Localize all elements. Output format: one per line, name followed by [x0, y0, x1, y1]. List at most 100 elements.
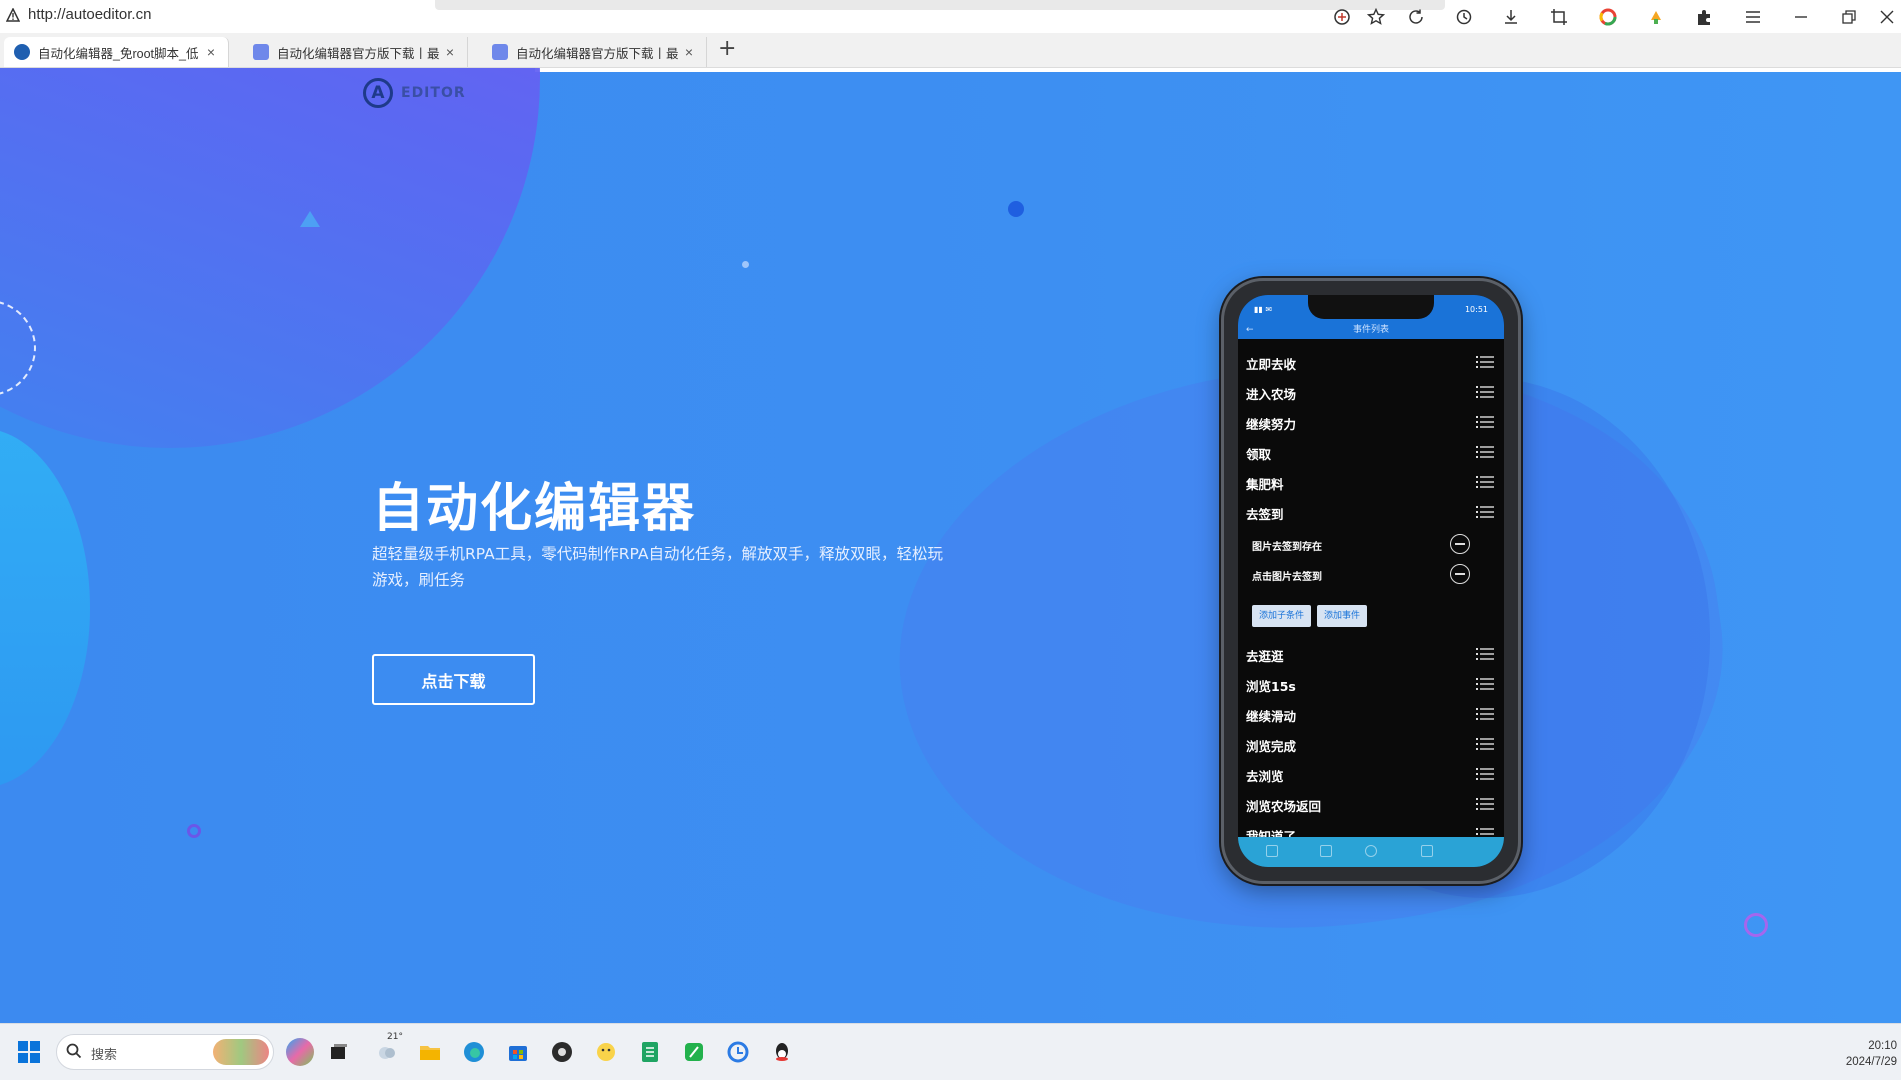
phone-sub-buttons: 添加子条件 添加事件 — [1252, 605, 1368, 627]
phone-event-row: 浏览农场返回 — [1238, 791, 1504, 817]
phone-event-row: 去浏览 — [1238, 761, 1504, 787]
phone-app-bar: ← 事件列表 — [1238, 321, 1504, 339]
list-menu-icon — [1476, 504, 1494, 520]
phone-event-row: 立即去收 — [1238, 349, 1504, 375]
list-menu-icon — [1476, 676, 1494, 692]
add-event-button: 添加事件 — [1317, 605, 1368, 627]
phone-event-row: 领取 — [1238, 439, 1504, 465]
list-menu-icon — [1476, 766, 1494, 782]
add-subcondition-button: 添加子条件 — [1252, 605, 1312, 627]
tab-close-icon[interactable]: × — [682, 44, 696, 60]
phone-event-label: 浏览15s — [1246, 679, 1296, 694]
menu-icon[interactable] — [1742, 6, 1764, 28]
nav-back-icon — [1320, 845, 1332, 857]
nav-recents-icon — [1421, 845, 1433, 857]
list-menu-icon — [1476, 736, 1494, 752]
remove-circle-icon — [1450, 564, 1470, 584]
edge-browser-icon[interactable] — [460, 1038, 488, 1066]
phone-event-row: 浏览15s — [1238, 671, 1504, 697]
translate-icon[interactable] — [1331, 6, 1353, 28]
decor-triangle — [300, 211, 320, 227]
list-menu-icon — [1476, 414, 1494, 430]
history-icon[interactable] — [1453, 6, 1475, 28]
tab-title: 自动化编辑器官方版下载丨最 — [277, 46, 440, 61]
sheets-icon[interactable] — [636, 1038, 664, 1066]
phone-event-label: 进入农场 — [1246, 387, 1297, 402]
decor-blob — [0, 428, 90, 788]
extensions-icon[interactable] — [1693, 6, 1715, 28]
phone-event-row: 去逛逛 — [1238, 641, 1504, 667]
browser-title-bar: http://autoeditor.cn — [0, 0, 1901, 33]
color-circle-icon[interactable] — [1597, 6, 1619, 28]
page-top-strip — [535, 68, 1901, 72]
list-menu-icon — [1476, 646, 1494, 662]
site-logo[interactable]: A EDITOR — [363, 78, 466, 108]
phone-mockup: ▮▮ ✉ 10:51 ← 事件列表 立即去收 进入农场 继续努力 领取 集肥料 去签到 图片… — [1221, 278, 1521, 884]
windows-taskbar: 搜索 21° 20:10 2024/7/29 — [0, 1023, 1901, 1080]
task-view-icon[interactable] — [325, 1038, 353, 1066]
star-icon[interactable] — [1365, 6, 1387, 28]
phone-event-label: 浏览完成 — [1246, 739, 1297, 754]
phone-event-label: 去签到 — [1246, 507, 1284, 522]
tab-title: 自动化编辑器_免root脚本_低 — [38, 46, 199, 61]
qq-icon[interactable] — [768, 1038, 796, 1066]
tab-close-icon[interactable]: × — [443, 44, 457, 60]
signal-icon: ▮▮ ✉ — [1254, 305, 1273, 314]
phone-event-row: 继续滑动 — [1238, 701, 1504, 727]
phone-event-label: 领取 — [1246, 447, 1272, 462]
phone-event-label: 继续滑动 — [1246, 709, 1297, 724]
hero-subtitle: 超轻量级手机RPA工具，零代码制作RPA自动化任务，解放双手，释放双眼，轻松玩游… — [372, 545, 943, 589]
download-icon[interactable] — [1500, 6, 1522, 28]
webpage: A EDITOR 自动化编辑器 超轻量级手机RPA工具，零代码制作RPA自动化任… — [0, 68, 1901, 1023]
green-app-icon[interactable] — [680, 1038, 708, 1066]
tab-1[interactable]: 自动化编辑器官方版下载丨最 × — [243, 37, 468, 67]
clock-date: 2024/7/29 — [1845, 1056, 1897, 1068]
emoji-app-icon[interactable] — [592, 1038, 620, 1066]
restore-icon[interactable] — [1838, 6, 1860, 28]
file-explorer-icon[interactable] — [416, 1038, 444, 1066]
bookmarks-strip — [435, 0, 1445, 10]
copilot-icon[interactable] — [286, 1038, 314, 1066]
phone-event-row: 浏览完成 — [1238, 731, 1504, 757]
taskbar-search-input[interactable]: 搜索 — [56, 1034, 274, 1070]
extension-paint-icon[interactable] — [1645, 6, 1667, 28]
system-clock[interactable]: 20:10 2024/7/29 — [1846, 1038, 1897, 1070]
crop-icon[interactable] — [1548, 6, 1570, 28]
nav-back-icon — [1266, 845, 1278, 857]
close-window-icon[interactable] — [1876, 6, 1898, 28]
start-menu-icon[interactable] — [15, 1038, 43, 1066]
download-button[interactable]: 点击下载 — [372, 654, 535, 705]
hero-title: 自动化编辑器 — [372, 479, 697, 539]
tab-0[interactable]: 自动化编辑器_免root脚本_低 × — [4, 37, 229, 67]
logo-text: EDITOR — [401, 85, 466, 101]
address-bar[interactable]: http://autoeditor.cn — [28, 6, 151, 23]
phone-subcondition-label: 点击图片去签到 — [1252, 572, 1322, 583]
minimize-icon[interactable] — [1790, 6, 1812, 28]
store-icon[interactable] — [504, 1038, 532, 1066]
weather-icon[interactable]: 21° — [373, 1032, 403, 1066]
not-secure-icon[interactable] — [6, 8, 20, 22]
phone-event-row: 进入农场 — [1238, 379, 1504, 405]
new-tab-button[interactable]: + — [718, 36, 736, 61]
tab-2[interactable]: 自动化编辑器官方版下载丨最 × — [482, 37, 707, 67]
phone-subcondition-label: 图片去签到存在 — [1252, 542, 1322, 553]
phone-event-label: 浏览农场返回 — [1246, 799, 1322, 814]
list-menu-icon — [1476, 474, 1494, 490]
weather-temp: 21° — [387, 1032, 403, 1042]
browser-app-icon[interactable] — [724, 1038, 752, 1066]
phone-event-row: 继续努力 — [1238, 409, 1504, 435]
obs-icon[interactable] — [548, 1038, 576, 1066]
phone-event-label: 去逛逛 — [1246, 649, 1284, 664]
back-arrow-icon: ← — [1246, 325, 1254, 335]
decor-ring — [1744, 913, 1768, 937]
list-menu-icon — [1476, 444, 1494, 460]
phone-event-label: 继续努力 — [1246, 417, 1297, 432]
logo-mark: A — [363, 78, 393, 108]
tab-close-icon[interactable]: × — [204, 44, 218, 60]
phone-subcondition-row: 图片去签到存在 — [1238, 531, 1504, 557]
reload-icon[interactable] — [1405, 6, 1427, 28]
remove-circle-icon — [1450, 534, 1470, 554]
site-favicon-icon — [492, 44, 508, 60]
list-menu-icon — [1476, 796, 1494, 812]
search-placeholder: 搜索 — [91, 1048, 118, 1063]
